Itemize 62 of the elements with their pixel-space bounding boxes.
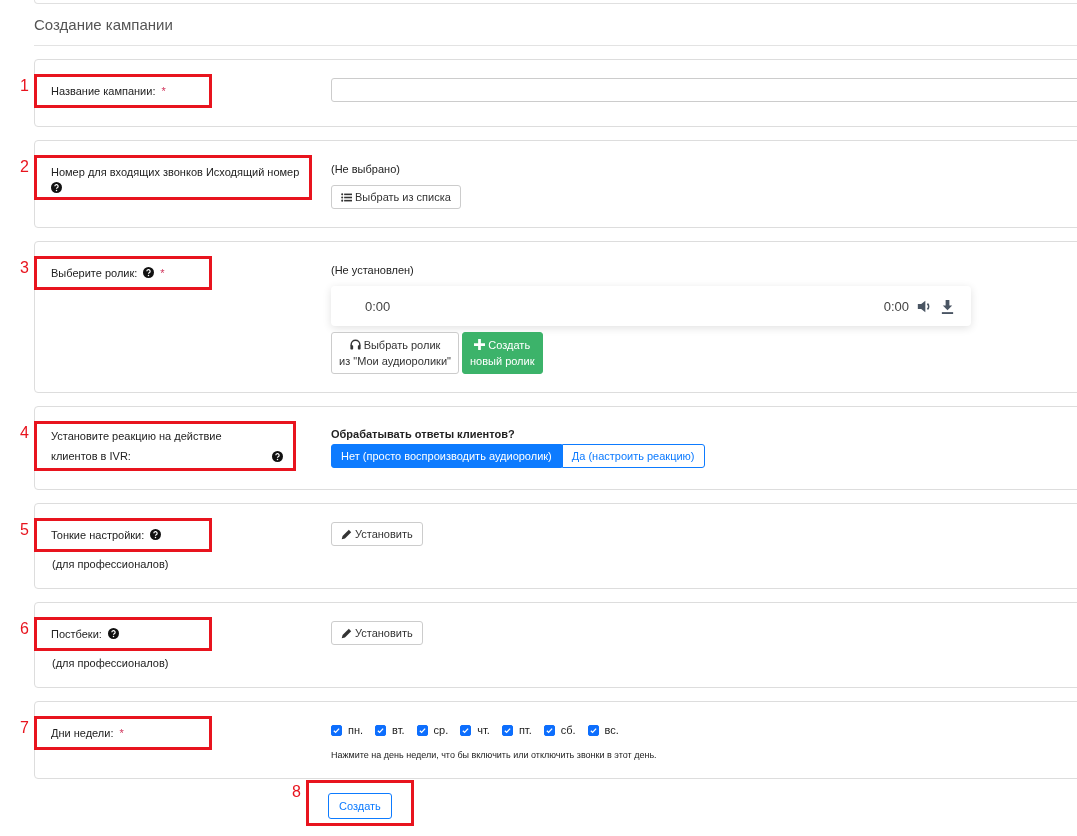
- set-button[interactable]: Установить: [331, 522, 423, 546]
- plus-icon: [474, 339, 486, 350]
- field-label: Тонкие настройки:: [51, 529, 145, 541]
- current-time: 0:00: [365, 298, 391, 314]
- help-icon[interactable]: [107, 628, 119, 639]
- annotation-number: 6: [20, 620, 29, 638]
- annotation-number: 3: [20, 259, 29, 277]
- help-icon[interactable]: [150, 529, 162, 540]
- day-checkbox[interactable]: [375, 724, 387, 736]
- status-text: (Не установлен): [331, 264, 415, 276]
- option-button[interactable]: Да (настроить реакцию): [561, 444, 705, 468]
- day-checkbox[interactable]: [416, 724, 428, 736]
- day-label: ср.: [433, 724, 449, 736]
- option-button[interactable]: Нет (просто воспроизводить аудиоролик): [331, 444, 562, 468]
- volume-icon[interactable]: [917, 298, 932, 314]
- field-label: Выберите ролик:: [51, 267, 138, 279]
- field-label: Дни недели:: [51, 727, 114, 739]
- field-hint: (для профессионалов): [51, 657, 170, 669]
- help-icon[interactable]: [143, 267, 155, 278]
- annotation-number: 4: [20, 424, 29, 442]
- annotation-number: 8: [292, 783, 301, 801]
- pencil-icon: [341, 528, 352, 540]
- day-checkbox[interactable]: [331, 724, 342, 736]
- day-label: пн.: [348, 724, 364, 736]
- day-label: вс.: [604, 724, 619, 736]
- create-button[interactable]: Создать: [328, 793, 392, 819]
- choose-audio-button[interactable]: Выбрать ролик из "Мои аудиоролики": [331, 332, 459, 374]
- day-label: пт.: [518, 724, 532, 736]
- field-label: Номер для входящих звонков Исходящий номер: [51, 166, 300, 178]
- annotation-number: 2: [20, 158, 29, 176]
- required-mark: *: [161, 85, 166, 97]
- annotation-number: 1: [20, 77, 29, 95]
- field-label: Постбеки:: [51, 628, 102, 640]
- page-title: Создание кампании: [34, 16, 1077, 46]
- help-icon[interactable]: [51, 182, 62, 193]
- choose-from-list-button[interactable]: Выбрать из списка: [331, 185, 461, 209]
- day-checkbox[interactable]: [543, 724, 555, 736]
- status-text: (Не выбрано): [331, 163, 401, 175]
- required-mark: *: [160, 267, 165, 279]
- day-label: чт.: [477, 724, 490, 736]
- day-label: вт.: [392, 724, 405, 736]
- days-hint: Нажмите на день недели, что бы включить или отключить звонки в этот день.: [331, 750, 658, 760]
- field-label: Название кампании:: [51, 85, 156, 97]
- question-text: Обрабатывать ответы клиентов?: [331, 428, 516, 440]
- list-icon: [341, 191, 352, 203]
- field-label: Установите реакцию на действие клиентов в IVR:: [51, 429, 223, 464]
- campaign-name-field[interactable]: [331, 78, 1077, 102]
- duration-time: 0:00: [883, 298, 909, 314]
- set-button[interactable]: Установить: [331, 621, 423, 645]
- field-hint: (для профессионалов): [51, 558, 170, 570]
- pencil-icon: [341, 627, 352, 639]
- day-label: сб.: [560, 724, 576, 736]
- day-checkbox[interactable]: [587, 724, 599, 736]
- annotation-number: 5: [20, 521, 29, 539]
- day-checkbox[interactable]: [501, 724, 513, 736]
- help-icon[interactable]: [272, 451, 283, 462]
- audio-player[interactable]: 0:00 0:00: [331, 286, 971, 326]
- day-checkbox[interactable]: [460, 724, 472, 736]
- headphones-icon: [349, 339, 361, 350]
- annotation-number: 7: [20, 719, 29, 737]
- required-mark: *: [119, 727, 124, 739]
- download-icon[interactable]: [940, 298, 955, 314]
